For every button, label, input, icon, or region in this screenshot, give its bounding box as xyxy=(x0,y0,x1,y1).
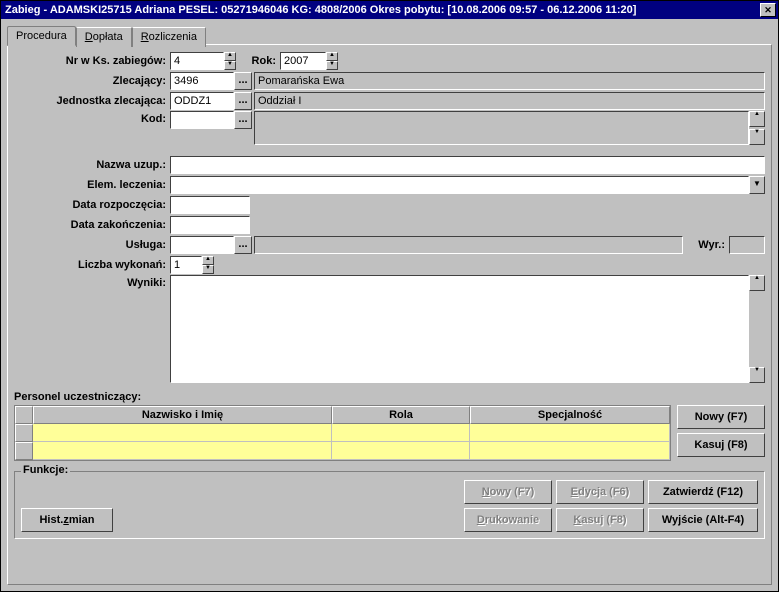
wyjscie-button[interactable]: Wyjście (Alt-F4) xyxy=(648,508,758,532)
liczba-spinner[interactable]: ▲ ▼ xyxy=(202,256,214,274)
label-elem: Elem. leczenia: xyxy=(14,179,170,191)
elem-dropdown-button[interactable]: ▼ xyxy=(749,176,765,194)
client-area: Procedura Dopłata Rozliczenia Nr w Ks. z… xyxy=(1,19,778,591)
jednostka-name xyxy=(254,92,765,110)
wyniki-textarea[interactable] xyxy=(170,275,749,383)
nr-spinner[interactable]: ▲ ▼ xyxy=(224,52,236,70)
kasuj-button: Kasuj (F8) xyxy=(556,508,644,532)
data-rozp-input[interactable] xyxy=(170,196,250,214)
kod-input[interactable] xyxy=(170,111,234,129)
elem-input[interactable] xyxy=(170,176,749,194)
cell-rola[interactable] xyxy=(332,424,470,442)
table-row[interactable] xyxy=(15,424,670,442)
nazwa-input[interactable] xyxy=(170,156,765,174)
spin-down-icon[interactable]: ▼ xyxy=(326,61,338,70)
nowy-button: Nowy (F7) xyxy=(464,480,552,504)
label-data-zak: Data zakończenia: xyxy=(14,219,170,231)
col-rola[interactable]: Rola xyxy=(332,406,470,424)
rok-spinner[interactable]: ▲ ▼ xyxy=(326,52,338,70)
usluga-code-input[interactable] xyxy=(170,236,234,254)
scroll-up-icon[interactable]: ▲ xyxy=(749,111,765,127)
col-spec[interactable]: Specjalność xyxy=(470,406,670,424)
row-selector[interactable] xyxy=(15,442,33,460)
row-selector[interactable] xyxy=(15,424,33,442)
personnel-nowy-button[interactable]: Nowy (F7) xyxy=(677,405,765,429)
label-data-rozp: Data rozpoczęcia: xyxy=(14,199,170,211)
scroll-down-icon[interactable]: ▼ xyxy=(749,367,765,383)
rok-input[interactable] xyxy=(280,52,326,70)
tab-doplata[interactable]: Dopłata xyxy=(76,27,132,47)
zlecajacy-name xyxy=(254,72,765,90)
wyr-field xyxy=(729,236,765,254)
usluga-name xyxy=(254,236,683,254)
spin-up-icon[interactable]: ▲ xyxy=(224,52,236,61)
label-nazwa: Nazwa uzup.: xyxy=(14,159,170,171)
drukowanie-button: Drukowanie xyxy=(464,508,552,532)
personnel-grid[interactable]: Nazwisko i Imię Rola Specjalność xyxy=(14,405,671,461)
tab-strip: Procedura Dopłata Rozliczenia xyxy=(7,25,772,45)
label-wyr: Wyr.: xyxy=(683,239,729,251)
tab-procedura[interactable]: Procedura xyxy=(7,26,76,46)
spin-down-icon[interactable]: ▼ xyxy=(202,265,214,274)
row-selector-header xyxy=(15,406,33,424)
label-kod: Kod: xyxy=(14,111,170,125)
tab-panel: Nr w Ks. zabiegów: ▲ ▼ Rok: ▲ ▼ Zlecając… xyxy=(7,44,772,585)
tab-rozliczenia[interactable]: Rozliczenia xyxy=(132,27,206,47)
label-rok: Rok: xyxy=(236,55,280,67)
close-button[interactable]: ✕ xyxy=(760,3,776,17)
zlecajacy-lookup-button[interactable]: ... xyxy=(234,72,252,90)
cell-rola[interactable] xyxy=(332,442,470,460)
scroll-up-icon[interactable]: ▲ xyxy=(749,275,765,291)
kod-desc xyxy=(254,111,749,145)
zlecajacy-code-input[interactable] xyxy=(170,72,234,90)
label-nr: Nr w Ks. zabiegów: xyxy=(14,55,170,67)
label-usluga: Usługa: xyxy=(14,239,170,251)
funkcje-group: Funkcje: Hist. zmian Nowy (F7) Edycja (F… xyxy=(14,471,765,539)
cell-spec[interactable] xyxy=(470,442,670,460)
label-zlecajacy: Zlecający: xyxy=(14,75,170,87)
scroll-down-icon[interactable]: ▼ xyxy=(749,129,765,145)
label-personel: Personel uczestniczący: xyxy=(14,391,765,403)
personnel-kasuj-button[interactable]: Kasuj (F8) xyxy=(677,433,765,457)
grid-header: Nazwisko i Imię Rola Specjalność xyxy=(15,406,670,424)
liczba-input[interactable] xyxy=(170,256,202,274)
spin-up-icon[interactable]: ▲ xyxy=(202,256,214,265)
usluga-lookup-button[interactable]: ... xyxy=(234,236,252,254)
col-nazwisko[interactable]: Nazwisko i Imię xyxy=(33,406,332,424)
cell-nazwisko[interactable] xyxy=(33,424,332,442)
spin-up-icon[interactable]: ▲ xyxy=(326,52,338,61)
label-jednostka: Jednostka zlecająca: xyxy=(14,95,170,107)
table-row[interactable] xyxy=(15,442,670,460)
titlebar: Zabieg - ADAMSKI25715 Adriana PESEL: 052… xyxy=(1,1,778,19)
jednostka-code-input[interactable] xyxy=(170,92,234,110)
window-title: Zabieg - ADAMSKI25715 Adriana PESEL: 052… xyxy=(3,4,760,16)
zatwierdz-button[interactable]: Zatwierdź (F12) xyxy=(648,480,758,504)
data-zak-input[interactable] xyxy=(170,216,250,234)
spin-down-icon[interactable]: ▼ xyxy=(224,61,236,70)
label-funkcje: Funkcje: xyxy=(21,464,70,476)
nr-input[interactable] xyxy=(170,52,224,70)
label-liczba: Liczba wykonań: xyxy=(14,259,170,271)
jednostka-lookup-button[interactable]: ... xyxy=(234,92,252,110)
window: Zabieg - ADAMSKI25715 Adriana PESEL: 052… xyxy=(0,0,779,592)
kod-lookup-button[interactable]: ... xyxy=(234,111,252,129)
edycja-button: Edycja (F6) xyxy=(556,480,644,504)
cell-nazwisko[interactable] xyxy=(33,442,332,460)
hist-zmian-button[interactable]: Hist. zmian xyxy=(21,508,113,532)
cell-spec[interactable] xyxy=(470,424,670,442)
label-wyniki: Wyniki: xyxy=(14,275,170,289)
